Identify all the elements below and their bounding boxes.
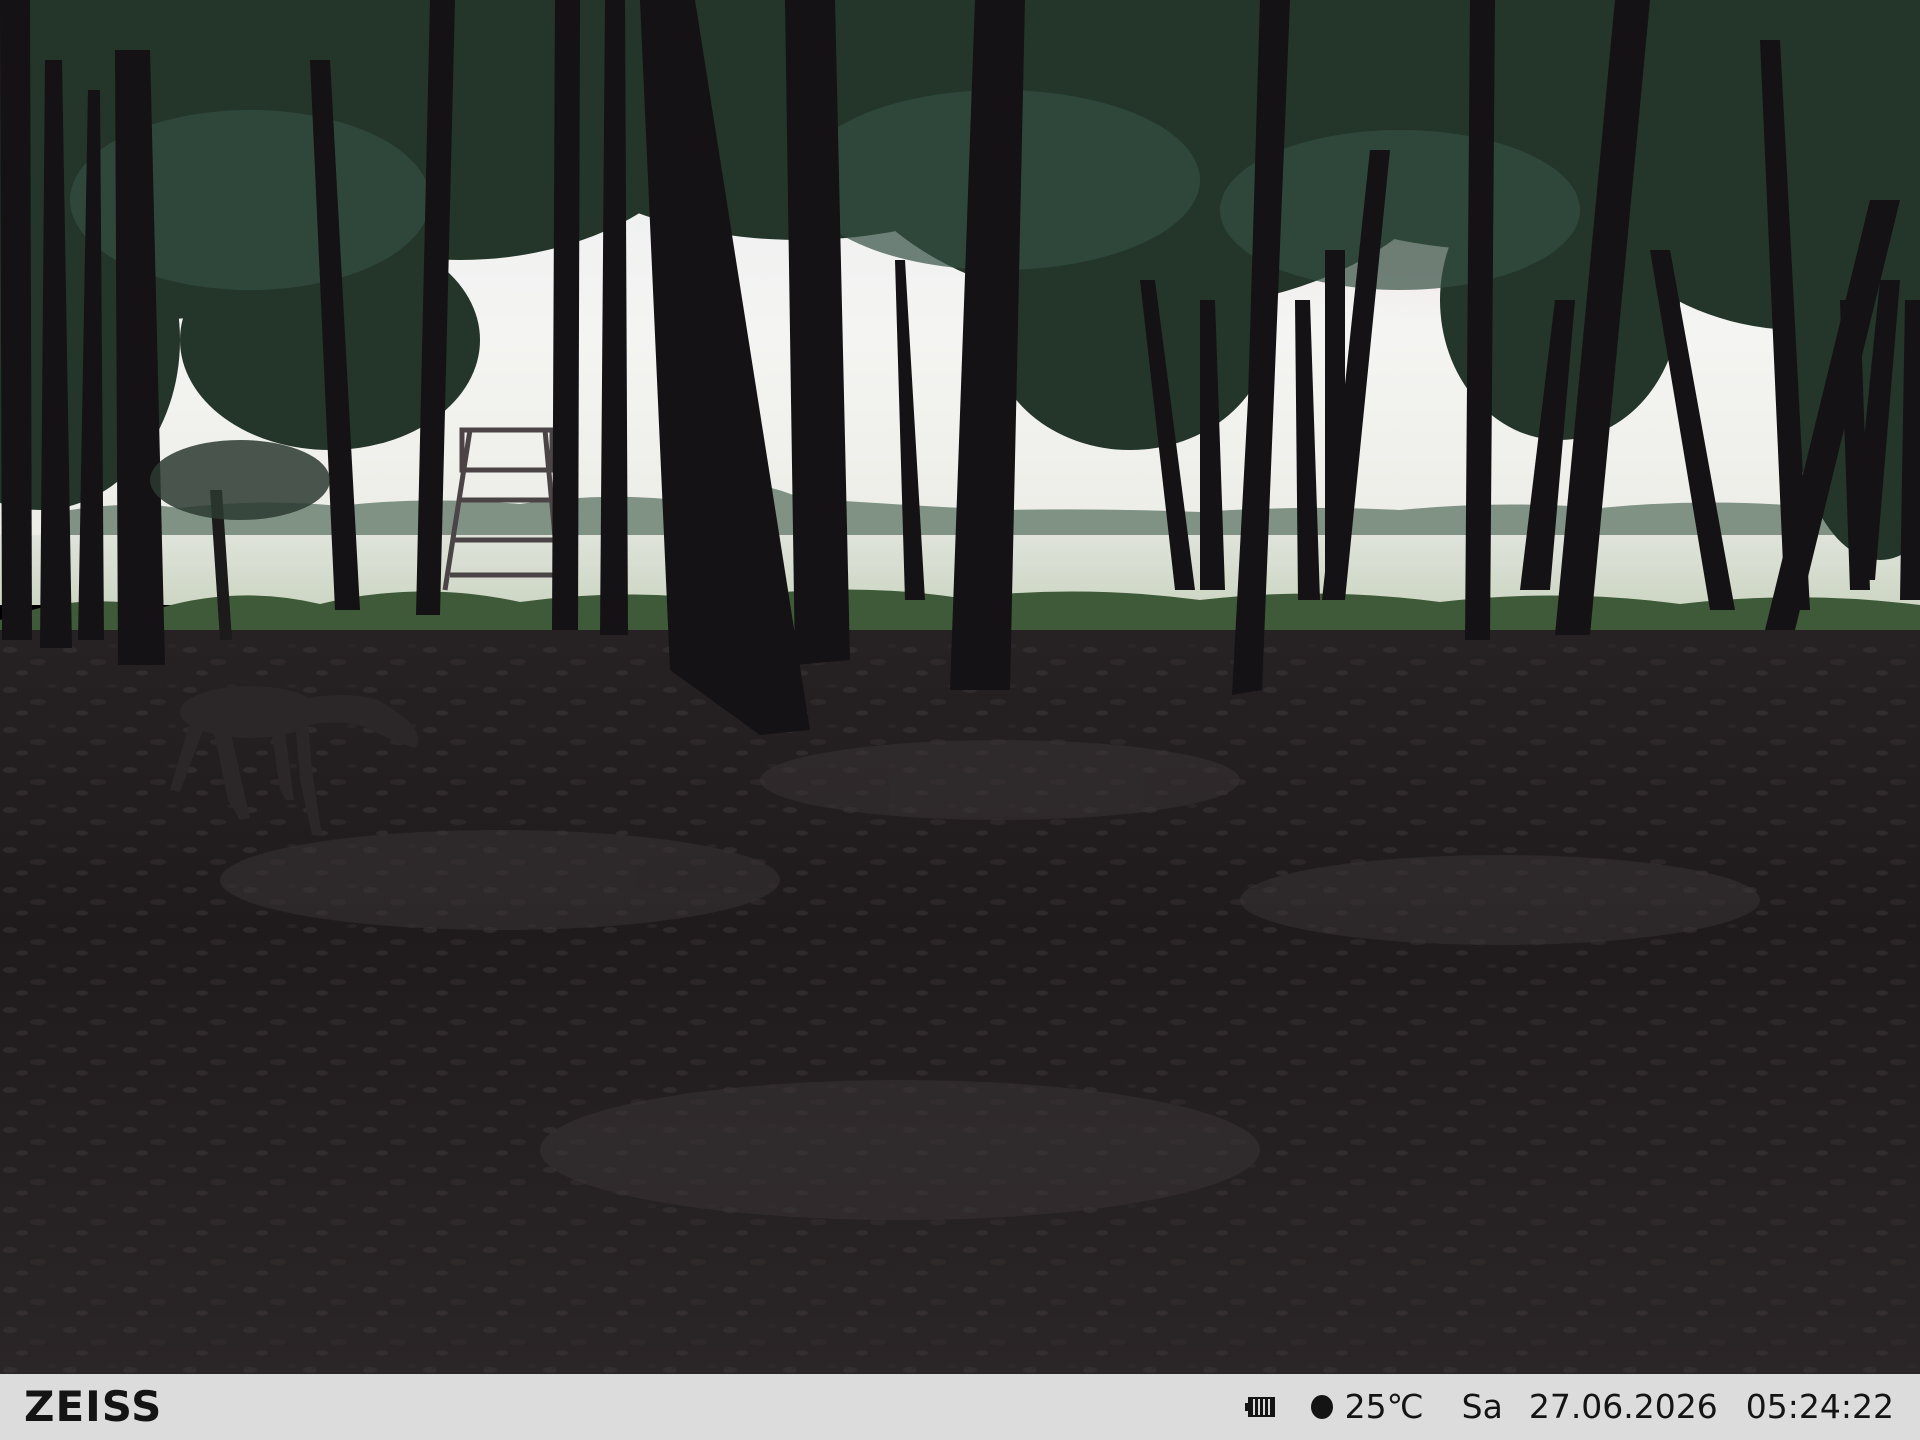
moon-phase-icon	[1310, 1395, 1333, 1419]
forest-photo	[0, 0, 1920, 1374]
brand-logo: ZEISS	[24, 1382, 163, 1431]
date-readout: 27.06.2026	[1528, 1387, 1718, 1426]
time-readout: 05:24:22	[1745, 1387, 1894, 1426]
weekday-readout: Sa	[1461, 1387, 1503, 1426]
camera-info-bar: ZEISS 25℃ Sa 27.06.2026 05:24:22	[0, 1374, 1920, 1440]
battery-full-icon	[1244, 1397, 1277, 1417]
trail-camera-frame: ZEISS 25℃ Sa 27.06.2026 05:24:22	[0, 0, 1920, 1440]
temperature-readout: 25℃	[1344, 1387, 1424, 1426]
forest-scene-illustration	[0, 0, 1920, 1374]
capture-status: 25℃ Sa 27.06.2026 05:24:22	[1244, 1384, 1894, 1430]
